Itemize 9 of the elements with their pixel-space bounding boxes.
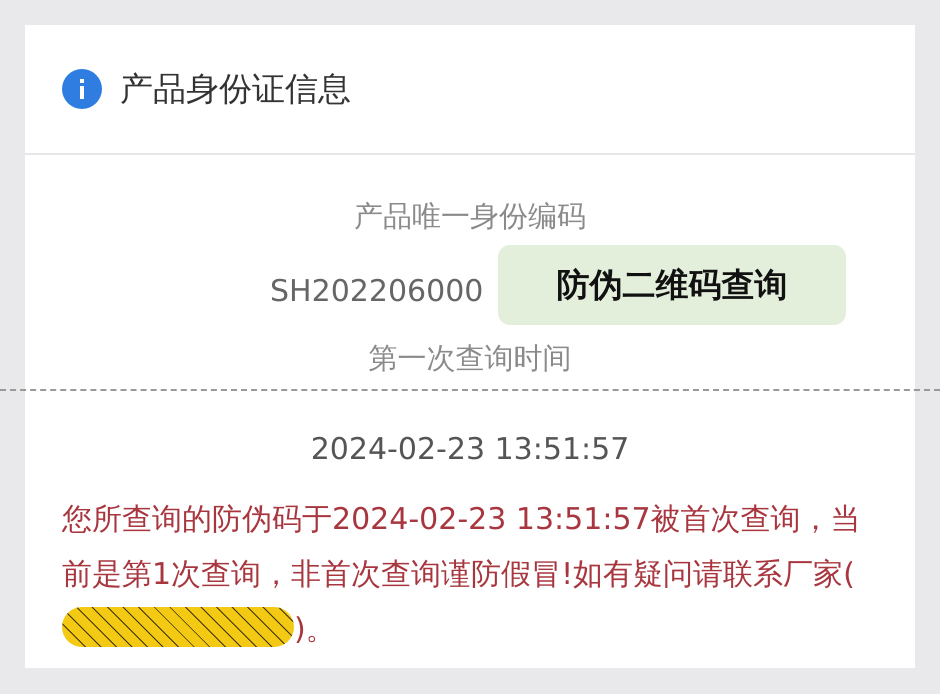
product-code: SH202206000: [270, 274, 484, 310]
message-closing: )。: [294, 612, 336, 647]
time-label: 第一次查询时间: [368, 341, 572, 375]
code-label: 产品唯一身份编码: [354, 199, 586, 233]
query-time: 2024-02-23 13:51:57: [310, 432, 630, 468]
info-icon: [62, 69, 102, 109]
section-title: 产品身份证信息: [120, 68, 351, 110]
overlay-label: 防伪二维码查询: [498, 245, 846, 325]
warning-message: 您所查询的防伪码于2024-02-23 13:51:57被首次查询，当前是第1次查询，非首次查询谨防假冒!如有疑问请联系厂家(: [62, 502, 861, 592]
